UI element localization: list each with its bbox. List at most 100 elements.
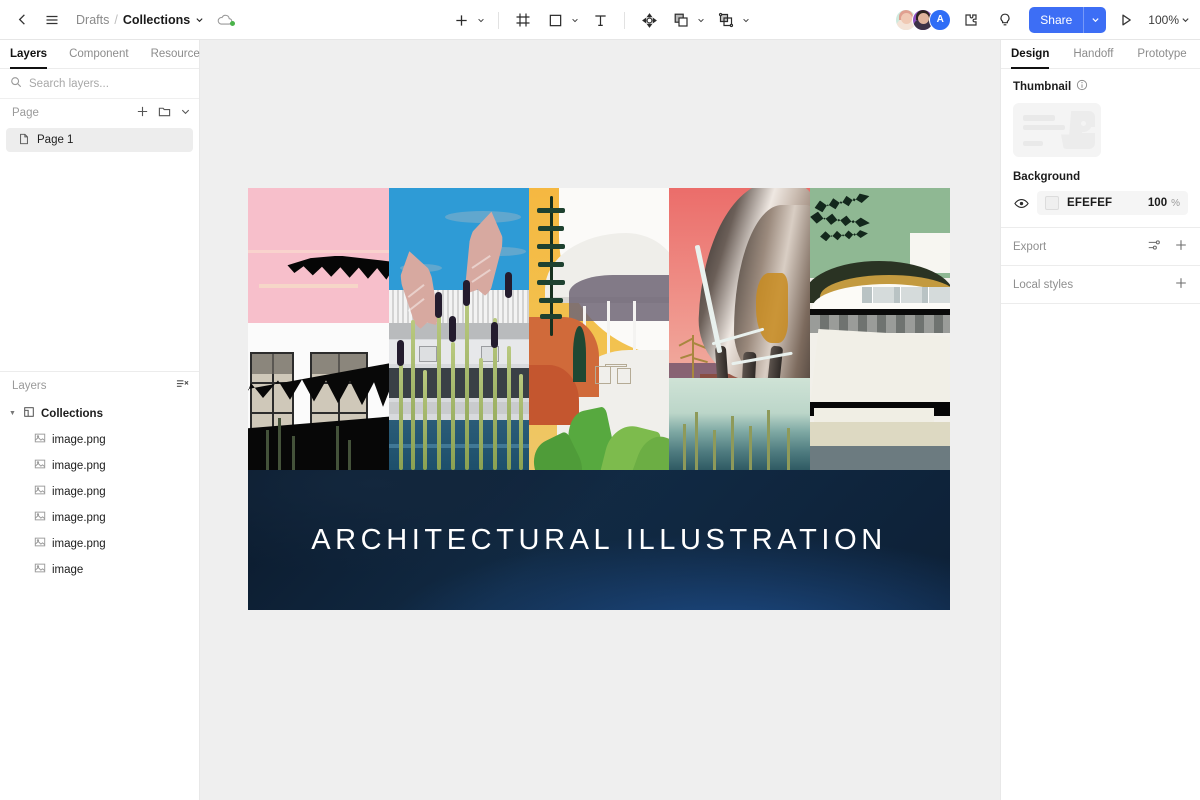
layer-row[interactable]: image.png — [0, 479, 199, 505]
collaborator-avatars: A — [895, 8, 952, 31]
add-local-style-button[interactable] — [1174, 276, 1188, 293]
layer-row[interactable]: image.png — [0, 427, 199, 453]
page-section-chevron-down-icon[interactable] — [180, 106, 191, 120]
left-panel-tabs: Layers Component Resource — [0, 40, 200, 69]
canvas-image-5[interactable] — [810, 188, 950, 470]
text-icon — [587, 7, 613, 33]
canvas-image-1[interactable] — [248, 188, 389, 470]
export-section: Export — [1001, 228, 1200, 266]
image-grid — [248, 188, 950, 470]
add-tool-chevron-down-icon[interactable] — [474, 16, 487, 24]
breadcrumb-separator: / — [114, 12, 118, 27]
image-icon — [34, 458, 46, 473]
banner-title-text: ARCHITECTURAL ILLUSTRATION — [311, 523, 887, 556]
tab-handoff[interactable]: Handoff — [1073, 40, 1113, 69]
top-toolbar: Drafts / Collections A Share 100% — [0, 0, 1200, 40]
design-canvas[interactable]: ARCHITECTURAL ILLUSTRATION — [200, 40, 1000, 800]
layer-row[interactable]: image — [0, 557, 199, 583]
left-sidebar: Layers Component Resource Page — [0, 40, 200, 800]
play-present-icon[interactable] — [1112, 6, 1140, 34]
shape-tool[interactable] — [540, 6, 583, 34]
layer-row-collections[interactable]: ▼ Collections — [0, 401, 199, 427]
add-page-button[interactable] — [136, 105, 149, 121]
search-icon — [10, 75, 22, 93]
square-icon — [542, 7, 568, 33]
tab-prototype[interactable]: Prototype — [1137, 40, 1186, 69]
vector-tool[interactable] — [634, 6, 664, 34]
share-chevron-down-icon[interactable] — [1084, 15, 1106, 24]
right-sidebar: Design Handoff Prototype Thumbnail Backg… — [1000, 40, 1200, 800]
add-export-button[interactable] — [1174, 238, 1188, 255]
layer-label: image.png — [52, 511, 106, 524]
layer-label: image.png — [52, 537, 106, 550]
shape-tool-chevron-down-icon[interactable] — [568, 16, 581, 24]
plugin-puzzle-icon[interactable] — [957, 6, 985, 34]
left-panel-spacer — [0, 153, 199, 371]
local-styles-label: Local styles — [1013, 278, 1074, 291]
avatar-initial[interactable]: A — [929, 8, 952, 31]
frame-icon — [510, 7, 536, 33]
layer-row[interactable]: image.png — [0, 453, 199, 479]
background-color-field[interactable]: EFEFEF 100 % — [1037, 191, 1188, 215]
boolean-tool[interactable] — [666, 6, 709, 34]
lightbulb-icon[interactable] — [991, 6, 1019, 34]
page-section-header: Page — [0, 99, 199, 127]
expand-triangle-icon[interactable]: ▼ — [8, 410, 17, 417]
boolean-tool-chevron-down-icon[interactable] — [694, 16, 707, 24]
new-folder-button[interactable] — [158, 105, 171, 121]
info-icon[interactable] — [1076, 79, 1088, 94]
breadcrumb-file-name[interactable]: Collections — [123, 13, 190, 27]
background-opacity-value[interactable]: 100 — [1148, 197, 1167, 209]
zoom-chevron-down-icon[interactable] — [1181, 13, 1190, 27]
text-tool[interactable] — [585, 6, 615, 34]
title-banner[interactable]: ARCHITECTURAL ILLUSTRATION — [248, 470, 950, 610]
layer-row[interactable]: image.png — [0, 531, 199, 557]
boolean-union-icon — [668, 7, 694, 33]
frame-tool[interactable] — [508, 6, 538, 34]
mask-tool[interactable] — [711, 6, 754, 34]
layer-search-row[interactable] — [0, 69, 199, 99]
tab-component[interactable]: Component — [69, 40, 128, 69]
tab-design[interactable]: Design — [1011, 40, 1050, 69]
image-icon — [34, 510, 46, 525]
main-menu-button[interactable] — [38, 6, 66, 34]
add-tool[interactable] — [446, 6, 489, 34]
page-file-icon — [18, 133, 30, 148]
image-icon — [34, 562, 46, 577]
design-tool-window: Drafts / Collections A Share 100% Layers… — [0, 0, 1200, 800]
artboard-collections[interactable]: ARCHITECTURAL ILLUSTRATION — [248, 188, 950, 610]
layer-label: image — [52, 563, 84, 576]
page-list-item[interactable]: Page 1 — [6, 128, 193, 152]
page-list-item-label: Page 1 — [37, 134, 74, 146]
share-button-label: Share — [1040, 12, 1073, 27]
collapse-all-icon[interactable] — [176, 378, 189, 394]
layers-tree: ▼ Collections image.png image.png image.… — [0, 401, 199, 583]
eye-icon[interactable] — [1013, 198, 1029, 209]
tab-layers[interactable]: Layers — [10, 40, 48, 69]
background-hex-value[interactable]: EFEFEF — [1067, 197, 1112, 209]
mask-tool-chevron-down-icon[interactable] — [739, 16, 752, 24]
canvas-image-2[interactable] — [389, 188, 529, 470]
search-input[interactable] — [29, 77, 179, 90]
move-vector-icon — [636, 7, 662, 33]
sync-status-dot — [230, 20, 236, 26]
layer-row[interactable]: image.png — [0, 505, 199, 531]
thumbnail-label: Thumbnail — [1013, 80, 1072, 93]
thumbnail-preview[interactable] — [1013, 103, 1101, 157]
mask-icon — [713, 7, 739, 33]
local-styles-section: Local styles — [1001, 266, 1200, 304]
page-section-title: Page — [12, 107, 39, 119]
canvas-image-3[interactable] — [529, 188, 669, 470]
tab-resource[interactable]: Resource — [151, 40, 200, 69]
thumbnail-placeholder-ring — [1075, 115, 1092, 132]
share-button[interactable]: Share — [1029, 6, 1107, 33]
color-swatch[interactable] — [1045, 196, 1059, 210]
toolbar-divider-2 — [624, 11, 625, 29]
main-body: Layers Component Resource Page — [0, 40, 1200, 800]
breadcrumb-chevron-down-icon[interactable] — [195, 13, 204, 27]
sliders-icon[interactable] — [1147, 238, 1161, 255]
zoom-control[interactable]: 100% — [1148, 13, 1190, 27]
canvas-image-4[interactable] — [669, 188, 810, 470]
back-button[interactable] — [8, 6, 36, 34]
breadcrumb-drafts[interactable]: Drafts — [76, 13, 109, 27]
